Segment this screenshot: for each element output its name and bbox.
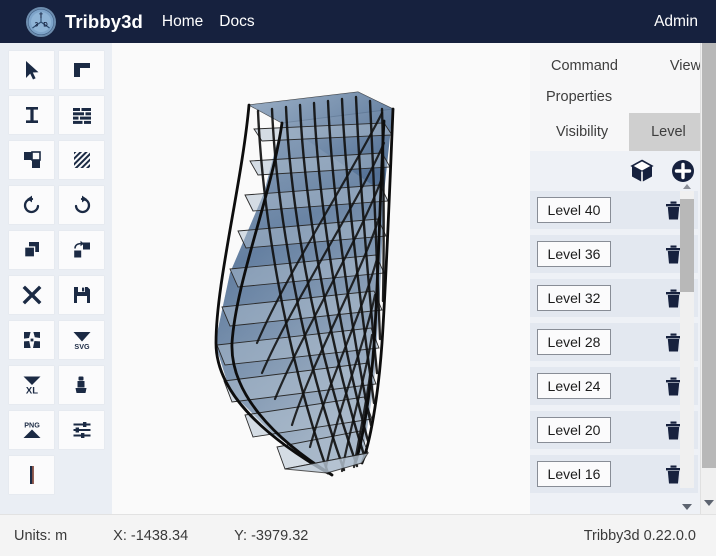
- level-pane: Level 40 Level 36 Level 32 Level 28 Leve…: [530, 151, 716, 514]
- tool-undo-arrow-icon[interactable]: [9, 186, 54, 224]
- svg-text:PNG: PNG: [24, 421, 40, 430]
- tool-export-png-icon[interactable]: PNG: [9, 411, 54, 449]
- level-name-chip[interactable]: Level 28: [537, 329, 611, 355]
- panel-subtab-row: Visibility Level: [530, 113, 716, 151]
- tab-command[interactable]: Command: [546, 55, 623, 77]
- left-toolbar: SVG XL PNG: [0, 43, 112, 514]
- svg-text:XL: XL: [25, 386, 37, 396]
- tool-copy-duplicate-icon[interactable]: [9, 231, 54, 269]
- twisted-tower-model: [214, 91, 395, 477]
- level-name-chip[interactable]: Level 16: [537, 461, 611, 487]
- svg-text:D: D: [43, 22, 48, 28]
- subtab-level[interactable]: Level: [629, 113, 708, 151]
- tool-export-rhino-icon[interactable]: [59, 366, 104, 404]
- tool-delete-cross-icon[interactable]: [9, 276, 54, 314]
- level-list-item[interactable]: Level 20: [530, 411, 698, 449]
- nav-account-admin[interactable]: Admin: [654, 13, 698, 31]
- status-coordinate-y: Y: -3979.32: [234, 527, 309, 544]
- level-name-chip[interactable]: Level 32: [537, 285, 611, 311]
- level-name-chip[interactable]: Level 24: [537, 373, 611, 399]
- tool-measure-line-icon[interactable]: [9, 456, 54, 494]
- level-list-item[interactable]: Level 24: [530, 367, 698, 405]
- panel-tab-row: Command View: [530, 43, 716, 79]
- tool-wall-brick-icon[interactable]: [59, 96, 104, 134]
- level-list-scrollbar[interactable]: [680, 191, 694, 488]
- page-scroll-down-arrow[interactable]: [701, 496, 716, 510]
- tool-hatch-area-icon[interactable]: [59, 141, 104, 179]
- level-list-item[interactable]: Level 16: [530, 455, 698, 493]
- tool-save-floppy-icon[interactable]: [59, 276, 104, 314]
- level-name-chip[interactable]: Level 40: [537, 197, 611, 223]
- level-name-chip[interactable]: Level 20: [537, 417, 611, 443]
- top-navbar: T 3 D Tribby3d Home Docs Admin: [0, 0, 716, 43]
- page-scroll-thumb[interactable]: [702, 43, 716, 468]
- level-scroll-down-arrow[interactable]: [682, 504, 692, 510]
- level-scroll-up-arrow[interactable]: [680, 181, 694, 191]
- level-name-chip[interactable]: Level 36: [537, 241, 611, 267]
- level-list-item[interactable]: Level 36: [530, 235, 698, 273]
- tool-redo-arrow-icon[interactable]: [59, 186, 104, 224]
- application-window: T 3 D Tribby3d Home Docs Admin SVG XL PN…: [0, 0, 716, 556]
- status-version: Tribby3d 0.22.0.0: [583, 527, 696, 544]
- right-properties-panel: Command View Properties Visibility Level: [530, 43, 716, 514]
- tool-slab-corner-icon[interactable]: [59, 51, 104, 89]
- nav-link-home[interactable]: Home: [162, 13, 203, 31]
- subtab-visibility[interactable]: Visibility: [546, 113, 618, 151]
- properties-section-label: Properties: [546, 89, 613, 105]
- tool-column-icon[interactable]: [9, 96, 54, 134]
- level-list-item[interactable]: Level 40: [530, 191, 698, 229]
- tool-import-dxf-icon[interactable]: [9, 321, 54, 359]
- svg-text:T: T: [39, 14, 43, 20]
- tool-move-to-icon[interactable]: [59, 231, 104, 269]
- level-list-item[interactable]: Level 28: [530, 323, 698, 361]
- level-list-item[interactable]: Level 32: [530, 279, 698, 317]
- cube-icon[interactable]: [629, 158, 655, 184]
- tribby3d-logo-icon: T 3 D: [26, 6, 56, 37]
- tool-opening-icon[interactable]: [9, 141, 54, 179]
- page-scrollbar[interactable]: [700, 43, 716, 514]
- level-list-scroll-thumb[interactable]: [680, 199, 694, 292]
- status-units: Units: m: [14, 527, 68, 544]
- tool-export-svg-icon[interactable]: SVG: [59, 321, 104, 359]
- tool-settings-sliders-icon[interactable]: [59, 411, 104, 449]
- svg-text:SVG: SVG: [74, 342, 90, 351]
- status-bar: Units: m X: -1438.34 Y: -3979.32 Tribby3…: [0, 514, 716, 556]
- tool-select-cursor[interactable]: [9, 51, 54, 89]
- nav-link-docs[interactable]: Docs: [219, 13, 254, 31]
- tool-export-xl-icon[interactable]: XL: [9, 366, 54, 404]
- status-coordinate-x: X: -1438.34: [113, 527, 189, 544]
- model-viewport-3d[interactable]: [112, 43, 530, 514]
- brand-name[interactable]: Tribby3d: [65, 11, 143, 33]
